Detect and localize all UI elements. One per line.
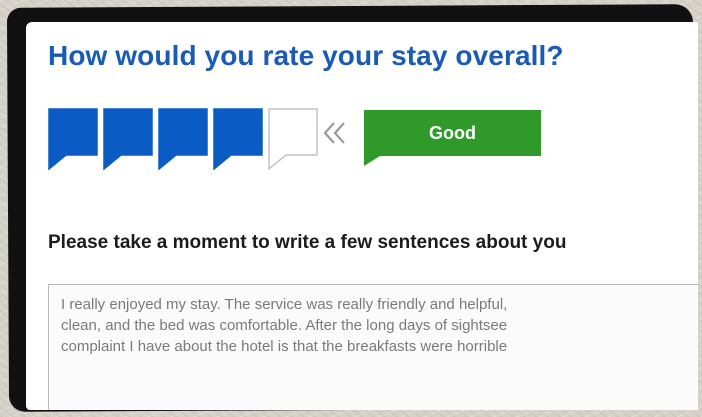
rating-question-title: How would you rate your stay overall?: [48, 40, 564, 71]
rating-label-text: Good: [429, 123, 476, 143]
speech-bubble-icon: [158, 108, 208, 170]
rating-bubble-2[interactable]: [103, 108, 153, 170]
rating-label-badge: Good: [364, 110, 541, 166]
speech-bubble-icon: [103, 108, 153, 170]
rating-bubble-5[interactable]: [268, 108, 318, 170]
speech-bubble-icon: [48, 108, 98, 170]
rating-bubble-3[interactable]: [158, 108, 208, 170]
review-form-panel: How would you rate your stay overall? Go…: [26, 22, 698, 410]
double-chevron-left-icon[interactable]: [321, 120, 351, 146]
rating-widget: Good: [48, 108, 548, 174]
review-textarea[interactable]: I really enjoyed my stay. The service wa…: [48, 284, 698, 410]
rating-bubble-4[interactable]: [213, 108, 263, 170]
rating-bubble-1[interactable]: [48, 108, 98, 170]
review-prompt: Please take a moment to write a few sent…: [48, 232, 567, 253]
speech-bubble-icon: [213, 108, 263, 170]
speech-bubble-icon: [268, 108, 318, 170]
